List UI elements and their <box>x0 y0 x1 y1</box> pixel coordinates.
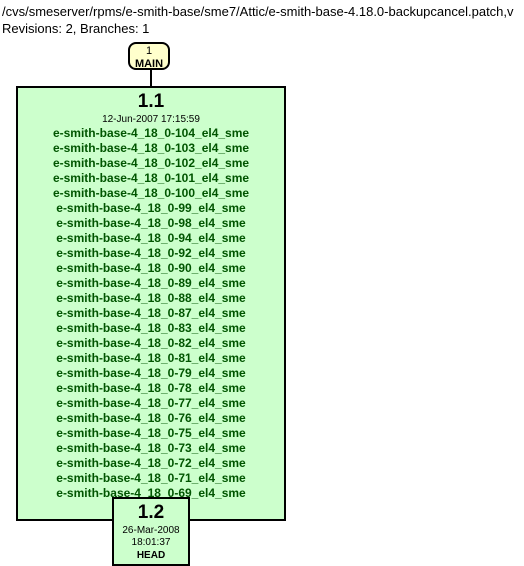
revision-tag: e-smith-base-4_18_0-102_el4_sme <box>24 156 278 171</box>
revision-tag: e-smith-base-4_18_0-73_el4_sme <box>24 441 278 456</box>
revision-date: 26-Mar-2008 18:01:37 <box>117 525 185 550</box>
revision-tag: e-smith-base-4_18_0-88_el4_sme <box>24 291 278 306</box>
file-path: /cvs/smeserver/rpms/e-smith-base/sme7/At… <box>0 0 524 19</box>
revision-tag: e-smith-base-4_18_0-71_el4_sme <box>24 471 278 486</box>
branch-number: 1 <box>130 45 168 58</box>
revision-tag: e-smith-base-4_18_0-101_el4_sme <box>24 171 278 186</box>
branch-name: MAIN <box>130 58 168 71</box>
revision-tag: e-smith-base-4_18_0-90_el4_sme <box>24 261 278 276</box>
revision-tag: e-smith-base-4_18_0-79_el4_sme <box>24 366 278 381</box>
revision-tag: e-smith-base-4_18_0-94_el4_sme <box>24 231 278 246</box>
revision-number: 1.2 <box>117 501 185 525</box>
revision-tag: e-smith-base-4_18_0-100_el4_sme <box>24 186 278 201</box>
revision-tag: e-smith-base-4_18_0-82_el4_sme <box>24 336 278 351</box>
revision-tag: e-smith-base-4_18_0-81_el4_sme <box>24 351 278 366</box>
revision-tag: e-smith-base-4_18_0-98_el4_sme <box>24 216 278 231</box>
revision-tag: e-smith-base-4_18_0-83_el4_sme <box>24 321 278 336</box>
branch-node-main[interactable]: 1 MAIN <box>128 42 170 70</box>
revision-node-1-1[interactable]: 1.1 12-Jun-2007 17:15:59 e-smith-base-4_… <box>16 86 286 521</box>
revision-tag: e-smith-base-4_18_0-104_el4_sme <box>24 126 278 141</box>
head-label: HEAD <box>117 550 185 563</box>
revision-tag: e-smith-base-4_18_0-87_el4_sme <box>24 306 278 321</box>
revision-date: 12-Jun-2007 17:15:59 <box>24 114 278 127</box>
revision-tag: e-smith-base-4_18_0-72_el4_sme <box>24 456 278 471</box>
revision-tag: e-smith-base-4_18_0-89_el4_sme <box>24 276 278 291</box>
revision-tag: e-smith-base-4_18_0-99_el4_sme <box>24 201 278 216</box>
revision-number: 1.1 <box>24 90 278 114</box>
revision-tags: e-smith-base-4_18_0-104_el4_smee-smith-b… <box>24 126 278 501</box>
revision-tag: e-smith-base-4_18_0-77_el4_sme <box>24 396 278 411</box>
revision-tag: e-smith-base-4_18_0-103_el4_sme <box>24 141 278 156</box>
revision-tag: e-smith-base-4_18_0-78_el4_sme <box>24 381 278 396</box>
revision-graph: 1 MAIN 1.1 12-Jun-2007 17:15:59 e-smith-… <box>0 36 524 546</box>
revision-tag: e-smith-base-4_18_0-75_el4_sme <box>24 426 278 441</box>
revision-node-1-2[interactable]: 1.2 26-Mar-2008 18:01:37 HEAD <box>112 497 190 566</box>
revision-tag: e-smith-base-4_18_0-76_el4_sme <box>24 411 278 426</box>
connector <box>150 70 152 86</box>
revision-tag: e-smith-base-4_18_0-92_el4_sme <box>24 246 278 261</box>
revisions-summary: Revisions: 2, Branches: 1 <box>0 19 524 36</box>
